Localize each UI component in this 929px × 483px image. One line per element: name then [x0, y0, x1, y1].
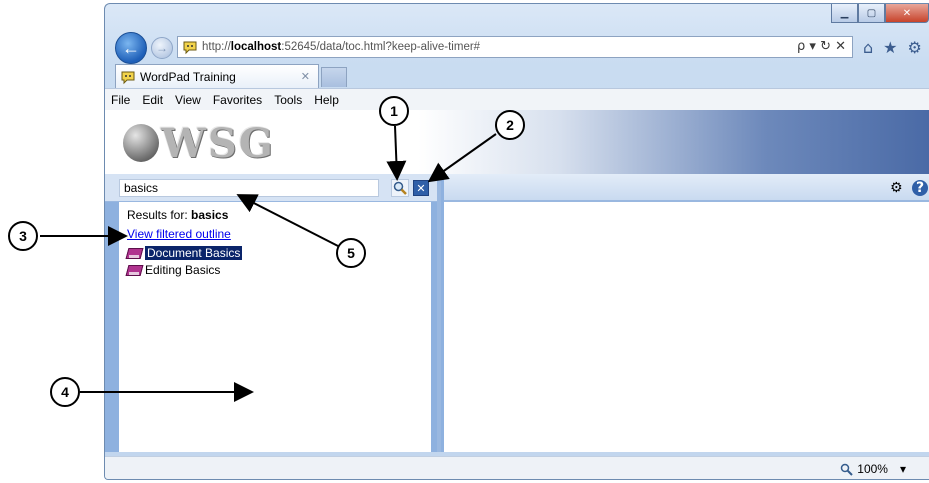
back-arrow-icon: ←	[122, 37, 140, 58]
new-tab-button[interactable]	[321, 67, 347, 87]
menu-bar: File Edit View Favorites Tools Help	[105, 88, 929, 110]
forward-button[interactable]: →	[151, 37, 173, 59]
browser-window: ▁ ▢ ✕ ← → http://localhost:52645/data/to…	[104, 3, 929, 480]
maximize-button[interactable]: ▢	[858, 4, 885, 23]
search-input[interactable]	[119, 179, 379, 197]
menu-edit[interactable]: Edit	[136, 93, 169, 107]
view-filtered-outline-link[interactable]: View filtered outline	[127, 227, 423, 241]
status-bar: 100% ▾	[105, 456, 929, 479]
home-icon[interactable]: ⌂	[863, 38, 873, 57]
url-host: localhost	[230, 41, 282, 53]
topic-toolbar: ⚙ ?	[444, 174, 929, 202]
help-icon[interactable]: ?	[912, 180, 928, 196]
tab-wordpad-training[interactable]: WordPad Training ✕	[115, 64, 319, 88]
forward-arrow-icon: →	[156, 41, 168, 55]
navigation-pane: ✕ Results for: basics View filtered outl…	[105, 174, 437, 452]
speech-bubble-icon	[121, 71, 135, 84]
gear-icon[interactable]: ⚙	[908, 38, 922, 57]
callout-2: 2	[495, 110, 525, 140]
globe-logo-icon	[123, 124, 159, 162]
tab-close-icon[interactable]: ✕	[301, 70, 310, 83]
result-item-editing-basics[interactable]: Editing Basics	[127, 261, 423, 278]
results-prefix: Results for:	[127, 208, 192, 222]
result-label: Editing Basics	[145, 262, 221, 277]
url-path: :52645/data/toc.html?keep-alive-timer#	[281, 41, 481, 53]
menu-view[interactable]: View	[169, 93, 207, 107]
close-icon: ✕	[416, 181, 426, 195]
url-prefix: http://	[202, 41, 231, 53]
back-button[interactable]: ←	[115, 32, 147, 64]
search-results-pane: Results for: basics View filtered outlin…	[119, 202, 431, 452]
book-icon	[127, 264, 141, 276]
tab-label: WordPad Training	[140, 69, 236, 84]
topic-pane: ⚙ ?	[441, 174, 929, 452]
browser-toolbar-icons: ⌂ ★ ⚙	[863, 38, 922, 57]
zoom-magnifier-icon	[841, 463, 853, 476]
address-bar[interactable]: http://localhost:52645/data/toc.html?kee…	[177, 36, 853, 58]
results-heading: Results for: basics	[127, 208, 423, 222]
zoom-level: 100%	[857, 462, 888, 476]
result-label: Document Basics	[145, 245, 243, 260]
chevron-down-icon: ▾	[899, 462, 906, 476]
minimize-button[interactable]: ▁	[831, 4, 858, 23]
wsg-logo: WSG	[161, 120, 275, 167]
menu-file[interactable]: File	[105, 93, 136, 107]
menu-favorites[interactable]: Favorites	[207, 93, 268, 107]
results-term: basics	[191, 208, 229, 222]
book-icon	[127, 247, 141, 259]
callout-3: 3	[8, 221, 38, 251]
help-content-area: ✕ Results for: basics View filtered outl…	[105, 174, 929, 452]
menu-tools[interactable]: Tools	[268, 93, 308, 107]
callout-1: 1	[379, 96, 409, 126]
clear-search-button[interactable]: ✕	[413, 180, 429, 196]
close-window-button[interactable]: ✕	[885, 4, 929, 23]
speech-bubble-icon	[183, 41, 197, 55]
callout-5: 5	[336, 238, 366, 268]
window-controls: ▁ ▢ ✕	[831, 4, 929, 23]
zoom-control[interactable]: 100% ▾	[840, 462, 906, 476]
menu-help[interactable]: Help	[308, 93, 345, 107]
star-icon[interactable]: ★	[883, 38, 897, 57]
gear-wand-icon[interactable]: ⚙	[890, 180, 903, 196]
callout-4: 4	[50, 377, 80, 407]
magnifier-icon	[393, 181, 407, 195]
search-button[interactable]	[391, 179, 409, 197]
address-tools[interactable]: ρ ▾ ↻ ✕	[797, 39, 846, 54]
search-bar: ✕	[105, 174, 437, 202]
result-item-document-basics[interactable]: Document Basics	[127, 244, 423, 261]
